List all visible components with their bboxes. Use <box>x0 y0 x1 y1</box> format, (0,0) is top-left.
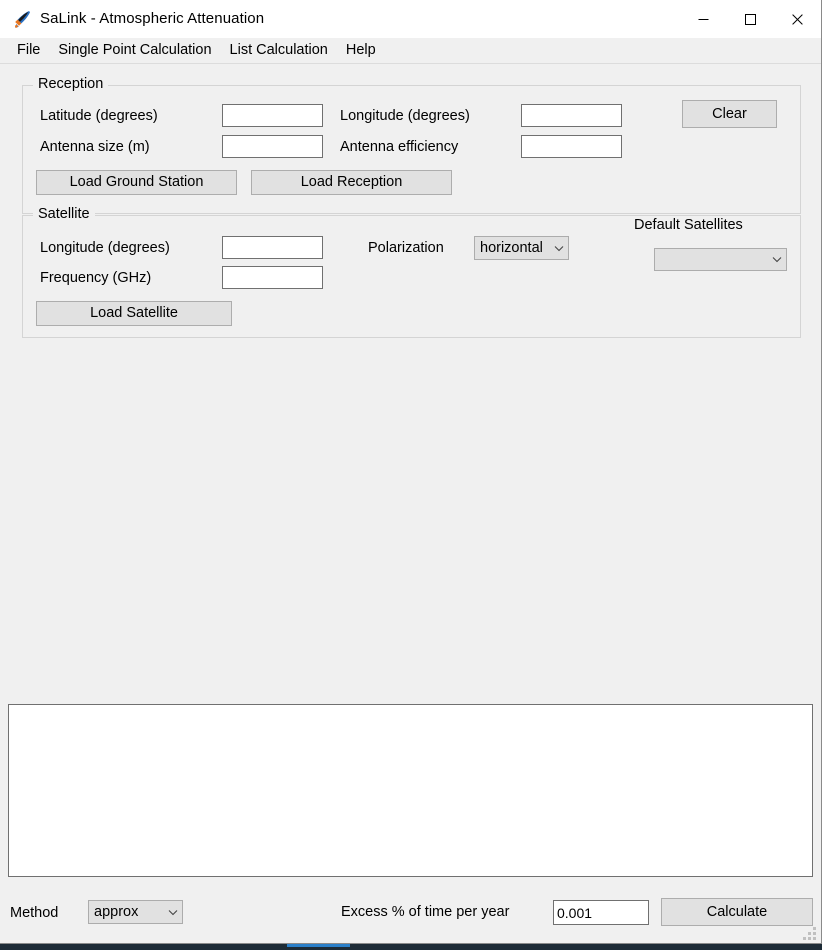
maximize-icon <box>745 13 756 25</box>
menu-item-single-point-calculation[interactable]: Single Point Calculation <box>50 40 219 61</box>
maximize-button[interactable] <box>727 0 774 38</box>
frequency-input[interactable] <box>222 266 323 289</box>
satellite-group-title: Satellite <box>33 206 95 222</box>
close-icon <box>792 13 803 25</box>
latitude-label: Latitude (degrees) <box>40 108 158 124</box>
satellite-longitude-input[interactable] <box>222 236 323 259</box>
method-select[interactable]: approx <box>88 900 183 924</box>
excess-time-input[interactable] <box>553 900 649 925</box>
method-value: approx <box>94 904 139 920</box>
chevron-down-icon <box>164 909 182 916</box>
title-bar: SaLink - Atmospheric Attenuation <box>0 0 821 38</box>
menu-bar: File Single Point Calculation List Calcu… <box>0 38 821 64</box>
minimize-button[interactable] <box>680 0 727 38</box>
window-controls <box>680 0 821 38</box>
reception-group-title: Reception <box>33 76 109 92</box>
default-satellites-label: Default Satellites <box>634 217 743 233</box>
default-satellites-select[interactable] <box>654 248 787 271</box>
menu-item-help[interactable]: Help <box>338 40 384 61</box>
reception-group: Reception Latitude (degrees) Longitude (… <box>22 76 801 214</box>
longitude-label: Longitude (degrees) <box>340 108 470 124</box>
load-satellite-button[interactable]: Load Satellite <box>36 301 232 326</box>
polarization-select[interactable]: horizontal <box>474 236 569 260</box>
antenna-efficiency-input[interactable] <box>521 135 622 158</box>
frequency-label: Frequency (GHz) <box>40 270 152 286</box>
output-text-area[interactable] <box>8 704 813 877</box>
excess-time-label: Excess % of time per year <box>341 904 510 920</box>
satellite-longitude-label: Longitude (degrees) <box>40 240 170 256</box>
application-window: SaLink - Atmospheric Attenuation File Si… <box>0 0 822 944</box>
clear-button[interactable]: Clear <box>682 100 777 128</box>
chevron-down-icon <box>550 245 568 252</box>
resize-grip[interactable] <box>803 927 817 940</box>
satellite-group: Satellite Longitude (degrees) Polarizati… <box>22 206 801 338</box>
load-reception-button[interactable]: Load Reception <box>251 170 452 195</box>
taskbar-strip <box>0 944 822 950</box>
latitude-input[interactable] <box>222 104 323 127</box>
antenna-size-input[interactable] <box>222 135 323 158</box>
taskbar-active-indicator <box>287 944 350 947</box>
menu-item-file[interactable]: File <box>9 40 48 61</box>
rocket-icon <box>10 9 32 31</box>
menu-item-list-calculation[interactable]: List Calculation <box>222 40 336 61</box>
load-ground-station-button[interactable]: Load Ground Station <box>36 170 237 195</box>
longitude-input[interactable] <box>521 104 622 127</box>
window-title: SaLink - Atmospheric Attenuation <box>40 10 265 27</box>
method-label: Method <box>10 905 59 921</box>
bottom-bar: Method approx Excess % of time per year … <box>0 884 821 943</box>
antenna-size-label: Antenna size (m) <box>40 139 150 155</box>
antenna-efficiency-label: Antenna efficiency <box>340 139 459 155</box>
client-area: Reception Latitude (degrees) Longitude (… <box>0 64 821 943</box>
polarization-value: horizontal <box>480 240 543 256</box>
chevron-down-icon <box>768 256 786 263</box>
close-button[interactable] <box>774 0 821 38</box>
minimize-icon <box>698 18 709 20</box>
polarization-label: Polarization <box>368 240 444 256</box>
calculate-button[interactable]: Calculate <box>661 898 813 926</box>
